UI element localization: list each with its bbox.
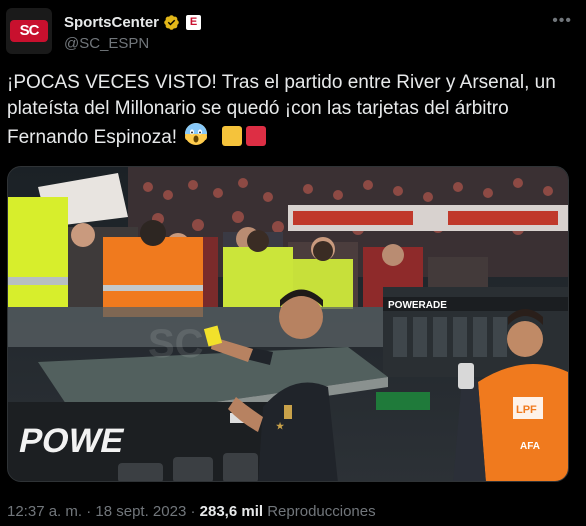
tweet-text-line-3: Fernando Espinoza! — [7, 122, 579, 151]
meta-separator-2: · — [190, 503, 196, 520]
ad-wall-text: POWE — [16, 422, 128, 460]
dugout-banner-text: POWERADE — [388, 300, 447, 311]
video-watermark: SC — [148, 322, 204, 366]
meta-separator: · — [86, 503, 92, 520]
scream-emoji-icon — [185, 123, 208, 145]
tweet-video[interactable]: POWERADE POWE ★ LPF AFA SC — [7, 166, 569, 482]
views-count: 283,6 mil — [199, 503, 264, 520]
phone — [458, 363, 474, 389]
steward-left — [8, 197, 68, 307]
tweet-date[interactable]: 18 sept. 2023 — [95, 503, 186, 520]
yellow-card-icon — [221, 126, 242, 146]
tweet-text-line-3-text: Fernando Espinoza! — [7, 127, 178, 148]
tweet-text: ¡POCAS VECES VISTO! Tras el partido entr… — [7, 70, 579, 151]
red-card-icon — [245, 126, 266, 146]
avatar-logo: SC — [10, 20, 48, 42]
vest-sub-text: AFA — [520, 441, 540, 452]
views-label: Reproducciones — [267, 503, 376, 520]
green-crates — [376, 392, 430, 410]
name-row: SportsCenter E — [64, 12, 202, 32]
referee-badge-text: ★ — [276, 421, 285, 431]
tweet-time[interactable]: 12:37 a. m. — [7, 503, 82, 520]
stand-banner-stripe-2 — [448, 211, 558, 225]
affiliate-badge-icon[interactable]: E — [186, 14, 202, 30]
affiliate-badge-letter: E — [189, 15, 198, 28]
tweet-text-line-1: ¡POCAS VECES VISTO! Tras el partido entr… — [7, 72, 556, 93]
display-name[interactable]: SportsCenter — [64, 14, 159, 31]
avatar[interactable]: SC — [6, 8, 52, 54]
stand-banner-stripe — [293, 211, 413, 225]
tweet-text-line-2: plateísta del Millonario se quedó ¡con l… — [7, 98, 509, 119]
more-options-icon[interactable]: ••• — [552, 12, 572, 30]
vest-logo-text: LPF — [516, 404, 537, 416]
user-handle[interactable]: @SC_ESPN — [64, 35, 149, 52]
video-frame: POWERADE POWE ★ LPF AFA SC — [8, 167, 568, 481]
tweet-meta: 12:37 a. m. · 18 sept. 2023 · 283,6 mil … — [7, 503, 376, 520]
verified-badge-icon[interactable] — [163, 14, 180, 31]
tweet-header: SC SportsCenter E @SC_ESPN ••• — [6, 8, 580, 58]
